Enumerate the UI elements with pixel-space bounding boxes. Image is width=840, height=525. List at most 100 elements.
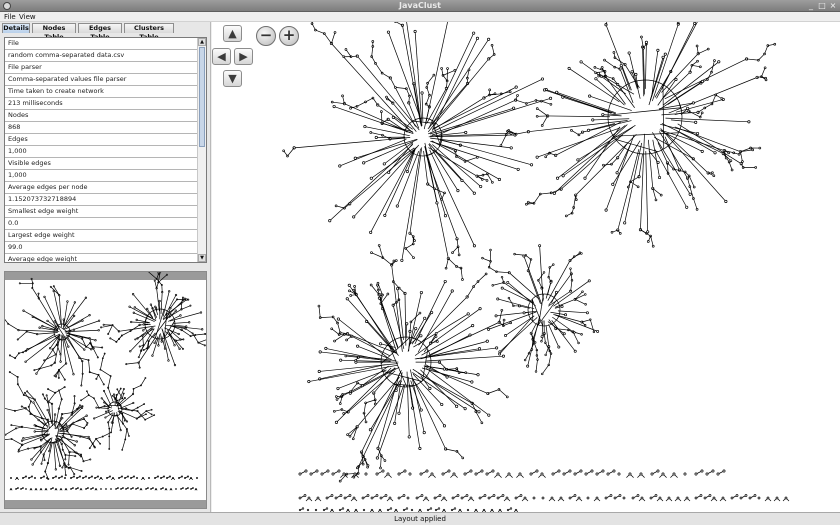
network-overview[interactable] — [4, 271, 207, 509]
node — [580, 333, 583, 336]
scroll-thumb[interactable] — [199, 47, 205, 147]
tab-clusters-table[interactable]: Clusters Table — [124, 23, 174, 41]
node — [325, 496, 329, 500]
node — [529, 163, 534, 167]
node — [26, 390, 29, 393]
arrow-right-icon[interactable]: ▶ — [234, 48, 253, 65]
node — [81, 319, 84, 322]
edge — [137, 403, 145, 408]
node — [147, 487, 149, 489]
network-canvas[interactable]: ▲ ◀ ▶ ▼ − + — [212, 22, 840, 512]
edge — [537, 108, 548, 117]
node — [88, 314, 91, 317]
edge — [378, 245, 384, 258]
title-bar[interactable]: JavaClust _ □ × — [0, 0, 840, 12]
node — [495, 346, 499, 350]
edge — [34, 424, 48, 430]
plus-icon[interactable]: + — [279, 26, 299, 46]
detail-value: random comma-separated data.csv — [5, 50, 198, 62]
status-bar: Layout applied — [0, 512, 840, 525]
node — [30, 488, 32, 490]
edge — [381, 72, 391, 79]
edge — [617, 84, 635, 108]
node — [361, 462, 365, 466]
node — [107, 333, 110, 336]
edge — [405, 323, 408, 339]
node — [402, 508, 406, 512]
scroll-down-icon[interactable]: ▼ — [198, 254, 206, 262]
node — [30, 277, 33, 280]
node — [466, 508, 470, 512]
menu-file[interactable]: File — [4, 13, 16, 21]
node — [32, 401, 35, 404]
edge — [381, 111, 383, 123]
node — [667, 496, 671, 500]
node — [163, 475, 165, 478]
node — [659, 193, 663, 197]
node — [128, 435, 130, 437]
edge — [363, 413, 367, 422]
node — [142, 477, 144, 479]
node — [18, 282, 21, 285]
node — [363, 125, 367, 129]
node — [64, 458, 67, 461]
maximize-icon[interactable]: □ — [817, 1, 827, 10]
menu-view[interactable]: View — [19, 13, 36, 21]
node — [33, 424, 36, 427]
node — [40, 477, 42, 479]
node — [658, 496, 662, 500]
node — [764, 78, 768, 82]
node — [79, 475, 81, 478]
node — [37, 418, 40, 422]
node — [640, 496, 644, 500]
node — [23, 391, 26, 394]
node — [534, 370, 538, 373]
edge — [650, 235, 654, 247]
node — [136, 477, 138, 479]
node — [55, 375, 58, 378]
arrow-up-icon[interactable]: ▲ — [223, 25, 242, 42]
node — [691, 101, 695, 105]
edge — [350, 382, 358, 392]
edge — [562, 96, 612, 114]
edge — [198, 339, 206, 344]
scroll-up-icon[interactable]: ▲ — [198, 38, 206, 46]
arrow-left-icon[interactable]: ◀ — [212, 48, 231, 65]
node — [496, 496, 500, 500]
node — [348, 289, 351, 293]
node — [369, 131, 373, 134]
details-scrollbar[interactable]: ▲ ▼ — [197, 38, 206, 262]
node — [378, 508, 382, 512]
node — [166, 477, 168, 479]
tab-nodes-table[interactable]: Nodes Table — [32, 23, 76, 41]
node — [35, 488, 37, 490]
node — [373, 402, 377, 406]
node — [99, 442, 102, 445]
edge — [185, 328, 193, 334]
node — [688, 192, 692, 196]
arrow-down-icon[interactable]: ▼ — [223, 70, 242, 87]
edge — [26, 331, 38, 335]
tab-details[interactable]: Details — [2, 23, 30, 33]
node — [644, 40, 648, 44]
tab-edges-table[interactable]: Edges Table — [78, 23, 122, 41]
node — [559, 496, 563, 500]
minus-icon[interactable]: − — [256, 26, 276, 46]
edge — [349, 285, 397, 354]
node — [467, 68, 471, 72]
edge — [100, 358, 104, 370]
node — [123, 419, 126, 422]
node — [394, 508, 398, 512]
node — [550, 496, 554, 500]
network-graph[interactable] — [212, 22, 840, 512]
node — [540, 335, 544, 339]
node — [615, 171, 619, 175]
minimize-icon[interactable]: _ — [806, 1, 816, 10]
detail-value: 1.152073732718894 — [5, 194, 198, 206]
node — [405, 507, 409, 510]
close-icon[interactable]: × — [828, 1, 838, 10]
edge — [72, 423, 85, 429]
edge — [73, 418, 85, 424]
node — [109, 475, 111, 478]
node — [40, 488, 42, 490]
